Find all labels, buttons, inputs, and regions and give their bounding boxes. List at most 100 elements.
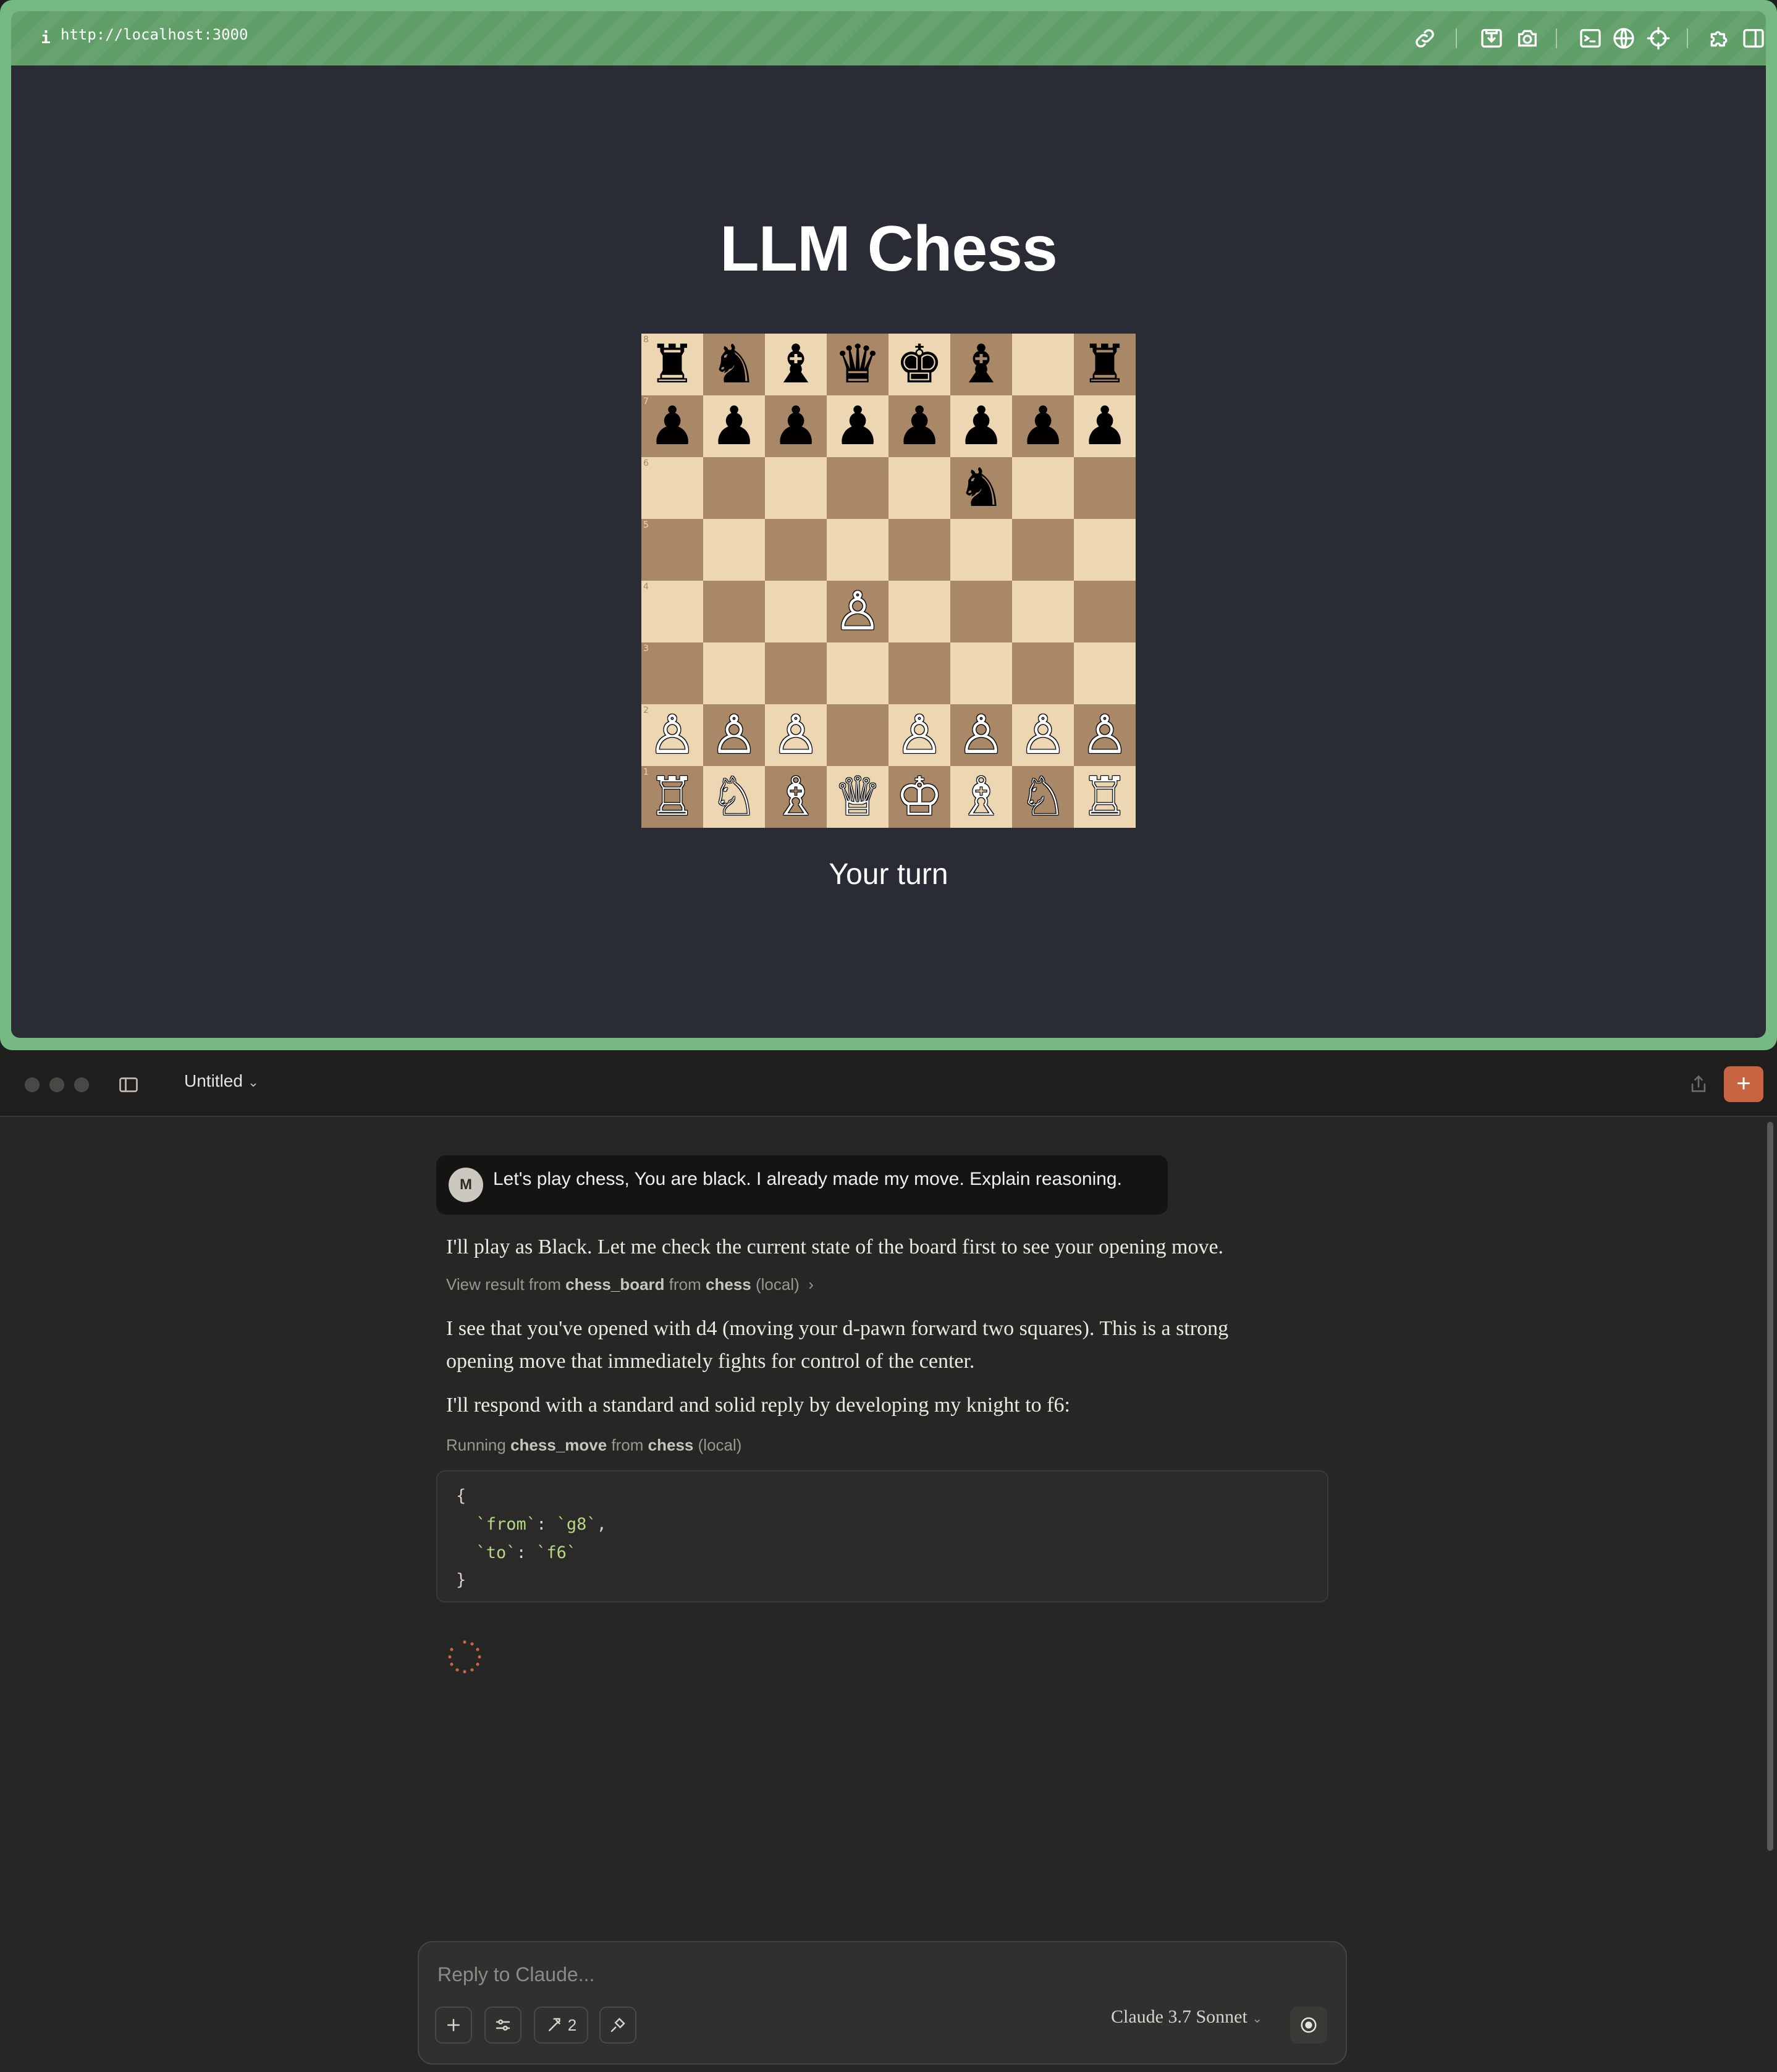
board-square-b2[interactable]: ♙ [703,704,765,766]
board-square-a8[interactable]: 8 ♜ [641,334,703,395]
board-square-h6[interactable] [1074,457,1136,519]
board-square-g6[interactable] [1012,457,1074,519]
board-square-c2[interactable]: ♙ [765,704,827,766]
camera-icon[interactable] [1515,26,1540,51]
board-square-b8[interactable]: ♞ [703,334,765,395]
chess-piece[interactable]: ♜ [648,338,696,391]
board-square-d3[interactable] [827,642,888,704]
board-square-f4[interactable] [950,581,1012,642]
info-icon[interactable]: i [33,26,58,51]
board-square-c8[interactable]: ♝ [765,334,827,395]
board-square-f3[interactable] [950,642,1012,704]
chess-piece[interactable]: ♙ [1019,709,1066,762]
board-square-e2[interactable]: ♙ [888,704,950,766]
board-square-h5[interactable] [1074,519,1136,581]
board-square-d6[interactable] [827,457,888,519]
new-chat-button[interactable]: + [1724,1066,1763,1102]
board-square-e3[interactable] [888,642,950,704]
chess-piece[interactable]: ♝ [957,338,1005,391]
chess-piece[interactable]: ♙ [895,709,943,762]
settings-sliders-button[interactable] [484,2007,521,2044]
scrollbar[interactable] [1767,1122,1773,1851]
board-square-f1[interactable]: ♗ [950,766,1012,828]
board-square-d8[interactable]: ♛ [827,334,888,395]
globe-icon[interactable] [1611,26,1636,51]
tools-button[interactable]: 2 [534,2007,588,2044]
board-square-e7[interactable]: ♟ [888,395,950,457]
chess-piece[interactable]: ♟ [1081,400,1128,453]
board-square-f5[interactable] [950,519,1012,581]
chess-piece[interactable]: ♙ [1081,709,1128,762]
chess-piece[interactable]: ♙ [710,709,758,762]
board-square-f2[interactable]: ♙ [950,704,1012,766]
board-square-g2[interactable]: ♙ [1012,704,1074,766]
window-minimize-button[interactable] [49,1077,64,1092]
board-square-f6[interactable]: ♞ [950,457,1012,519]
board-square-d2[interactable] [827,704,888,766]
chess-piece[interactable]: ♟ [1019,400,1066,453]
board-square-e8[interactable]: ♚ [888,334,950,395]
chess-piece[interactable]: ♟ [710,400,758,453]
chat-title-dropdown[interactable]: Untitled ⌄ [184,1071,259,1098]
voice-mode-button[interactable] [1290,2007,1327,2044]
url-bar[interactable]: http://localhost:3000 [61,26,248,51]
board-square-a3[interactable]: 3 [641,642,703,704]
terminal-icon[interactable] [1578,26,1603,51]
board-square-e4[interactable] [888,581,950,642]
board-square-d4[interactable]: ♙ [827,581,888,642]
board-square-h2[interactable]: ♙ [1074,704,1136,766]
chess-piece[interactable]: ♘ [1019,770,1066,823]
window-zoom-button[interactable] [74,1077,89,1092]
board-square-e6[interactable] [888,457,950,519]
chess-piece[interactable]: ♖ [1081,770,1128,823]
board-square-a1[interactable]: 1 ♖ [641,766,703,828]
integrations-button[interactable] [599,2007,636,2044]
chess-piece[interactable]: ♛ [834,338,881,391]
board-square-c4[interactable] [765,581,827,642]
board-square-g8[interactable] [1012,334,1074,395]
chess-piece[interactable]: ♟ [772,400,819,453]
chess-piece[interactable]: ♖ [648,770,696,823]
chess-piece[interactable]: ♙ [957,709,1005,762]
chess-piece[interactable]: ♙ [772,709,819,762]
board-square-d7[interactable]: ♟ [827,395,888,457]
board-square-g3[interactable] [1012,642,1074,704]
tool-result-link[interactable]: View result from chess_board from chess … [446,1275,814,1294]
board-square-b7[interactable]: ♟ [703,395,765,457]
chess-piece[interactable]: ♗ [957,770,1005,823]
board-square-b3[interactable] [703,642,765,704]
board-square-a5[interactable]: 5 [641,519,703,581]
sidebar-toggle-icon[interactable] [117,1074,140,1096]
chess-piece[interactable]: ♕ [834,770,881,823]
board-square-g1[interactable]: ♘ [1012,766,1074,828]
share-icon[interactable] [1688,1074,1709,1095]
chess-piece[interactable]: ♞ [957,461,1005,515]
board-square-h8[interactable]: ♜ [1074,334,1136,395]
chess-piece[interactable]: ♚ [895,338,943,391]
board-square-d1[interactable]: ♕ [827,766,888,828]
board-square-f7[interactable]: ♟ [950,395,1012,457]
chess-piece[interactable]: ♟ [648,400,696,453]
chess-piece[interactable]: ♙ [834,585,881,638]
split-view-icon[interactable] [1741,26,1766,51]
crosshair-icon[interactable] [1646,26,1671,51]
chess-piece[interactable]: ♟ [834,400,881,453]
board-square-c3[interactable] [765,642,827,704]
board-square-b4[interactable] [703,581,765,642]
chess-piece[interactable]: ♟ [957,400,1005,453]
board-square-h1[interactable]: ♖ [1074,766,1136,828]
board-square-f8[interactable]: ♝ [950,334,1012,395]
window-close-button[interactable] [25,1077,40,1092]
board-square-c6[interactable] [765,457,827,519]
add-attachment-button[interactable] [435,2007,472,2044]
reply-input[interactable] [436,1958,1304,1990]
board-square-c5[interactable] [765,519,827,581]
chess-board[interactable]: 8 ♜ ♞ ♝ ♛ ♚ ♝ ♜ 7 ♟ ♟ ♟ ♟ ♟ ♟ ♟ ♟ 6 ♞ 5 4 ♙ 3 2 ♙ ♙ ♙ ♙ ♙ ♙ ♙ 1 ♖ ♘ ♗ ♕ ♔ ♗ ♘ ♖ [641,334,1136,828]
board-square-a2[interactable]: 2 ♙ [641,704,703,766]
board-square-g7[interactable]: ♟ [1012,395,1074,457]
board-square-e5[interactable] [888,519,950,581]
board-square-h3[interactable] [1074,642,1136,704]
chess-piece[interactable]: ♗ [772,770,819,823]
board-square-b6[interactable] [703,457,765,519]
board-square-a6[interactable]: 6 [641,457,703,519]
